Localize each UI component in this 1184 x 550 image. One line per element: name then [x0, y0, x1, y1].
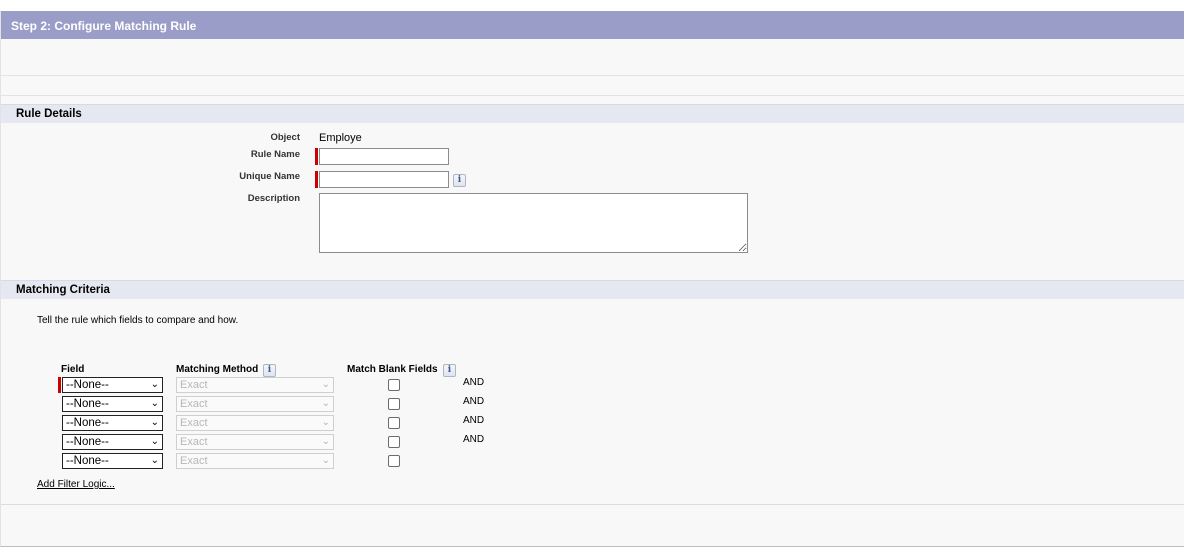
- description-label: Description: [247, 193, 300, 204]
- required-indicator: [315, 171, 318, 188]
- chevron-down-icon: ⌄: [321, 436, 330, 447]
- match-blank-checkbox[interactable]: [388, 436, 400, 448]
- method-select-value: Exact: [180, 436, 208, 448]
- divider: [1, 75, 1184, 76]
- info-glyph: i: [447, 365, 452, 375]
- chevron-down-icon: ⌄: [150, 398, 159, 409]
- match-blank-checkbox[interactable]: [388, 455, 400, 467]
- match-blank-checkbox[interactable]: [388, 379, 400, 391]
- field-select[interactable]: --None-- ⌄: [62, 434, 163, 450]
- rule-name-label: Rule Name: [250, 149, 300, 160]
- unique-name-input[interactable]: [319, 171, 449, 188]
- required-indicator: [315, 148, 318, 165]
- add-filter-logic-link[interactable]: Add Filter Logic...: [37, 479, 115, 490]
- match-blank-checkbox[interactable]: [388, 417, 400, 429]
- method-select-value: Exact: [180, 417, 208, 429]
- chevron-down-icon: ⌄: [321, 455, 330, 466]
- object-value: Employe: [319, 132, 362, 144]
- and-connector: AND: [463, 415, 485, 426]
- field-select[interactable]: --None-- ⌄: [62, 396, 163, 412]
- field-select-value: --None--: [66, 417, 109, 429]
- method-select: Exact ⌄: [176, 434, 334, 450]
- and-connector: AND: [463, 377, 485, 388]
- divider: [1, 504, 1184, 505]
- method-select: Exact ⌄: [176, 415, 334, 431]
- section-title: Rule Details: [16, 108, 82, 120]
- field-select[interactable]: --None-- ⌄: [62, 377, 163, 393]
- match-blank-checkbox[interactable]: [388, 398, 400, 410]
- chevron-down-icon: ⌄: [150, 417, 159, 428]
- method-select-value: Exact: [180, 455, 208, 467]
- and-connector: AND: [463, 396, 485, 407]
- method-select: Exact ⌄: [176, 377, 334, 393]
- unique-name-label: Unique Name: [239, 171, 300, 182]
- field-select[interactable]: --None-- ⌄: [62, 415, 163, 431]
- info-icon[interactable]: i: [443, 364, 456, 377]
- info-glyph: i: [267, 365, 272, 375]
- chevron-down-icon: ⌄: [321, 417, 330, 428]
- method-select-value: Exact: [180, 398, 208, 410]
- divider: [1, 95, 1184, 96]
- field-select-value: --None--: [66, 455, 109, 467]
- info-icon[interactable]: i: [263, 364, 276, 377]
- method-select: Exact ⌄: [176, 396, 334, 412]
- method-select-value: Exact: [180, 379, 208, 391]
- field-select-value: --None--: [66, 436, 109, 448]
- chevron-down-icon: ⌄: [150, 379, 159, 390]
- chevron-down-icon: ⌄: [321, 379, 330, 390]
- step-header: Step 2: Configure Matching Rule: [1, 11, 1184, 39]
- chevron-down-icon: ⌄: [150, 455, 159, 466]
- step-title: Step 2: Configure Matching Rule: [11, 19, 197, 33]
- method-column-header: Matching Method: [176, 364, 259, 375]
- and-connector: AND: [463, 434, 485, 445]
- info-icon[interactable]: i: [453, 174, 466, 187]
- required-indicator: [58, 377, 61, 393]
- field-select-value: --None--: [66, 398, 109, 410]
- chevron-down-icon: ⌄: [321, 398, 330, 409]
- rule-details-header: Rule Details: [1, 104, 1184, 123]
- field-select-value: --None--: [66, 379, 109, 391]
- method-select: Exact ⌄: [176, 453, 334, 469]
- section-title: Matching Criteria: [16, 284, 110, 296]
- rule-name-input[interactable]: [319, 148, 449, 165]
- matching-rule-page: Step 2: Configure Matching Rule Rule Det…: [0, 11, 1184, 547]
- field-column-header: Field: [61, 364, 85, 375]
- blank-column-header: Match Blank Fields: [347, 364, 438, 375]
- description-textarea[interactable]: [319, 193, 748, 253]
- matching-criteria-header: Matching Criteria: [1, 280, 1184, 299]
- field-select[interactable]: --None-- ⌄: [62, 453, 163, 469]
- object-label: Object: [270, 132, 300, 143]
- instructions-text: Tell the rule which fields to compare an…: [37, 315, 239, 326]
- info-glyph: i: [457, 175, 462, 185]
- chevron-down-icon: ⌄: [150, 436, 159, 447]
